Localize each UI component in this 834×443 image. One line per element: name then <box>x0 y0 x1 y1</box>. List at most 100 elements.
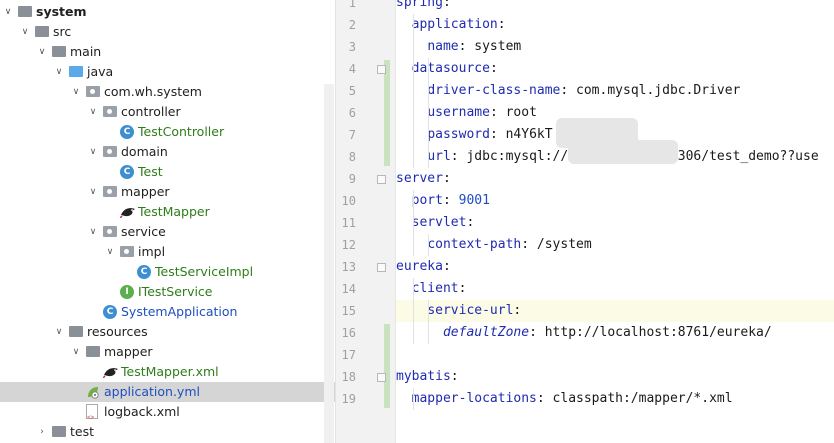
chevron-down-icon[interactable]: ∨ <box>87 222 99 242</box>
chevron-down-icon[interactable]: ∨ <box>87 102 99 122</box>
tree-item-label: test <box>70 424 95 439</box>
redaction-blur <box>568 140 678 164</box>
class-icon: C <box>120 165 134 179</box>
tree-item[interactable]: ∨ main <box>0 42 335 62</box>
tree-item[interactable]: ∨ system <box>0 2 335 22</box>
chevron-down-icon[interactable]: ∨ <box>19 22 31 42</box>
folder-icon <box>69 326 83 337</box>
code-editor[interactable]: spring: application: name: system dataso… <box>396 0 834 443</box>
code-line[interactable]: mapper-locations: classpath:/mapper/*.xm… <box>396 388 834 410</box>
tree-item[interactable]: C Test <box>0 162 335 182</box>
code-token: : <box>458 281 467 296</box>
chevron-down-icon[interactable]: ∨ <box>70 342 82 362</box>
code-line[interactable]: eureka: <box>396 256 834 278</box>
tree-item[interactable]: ∨ resources <box>0 322 335 342</box>
chevron-down-icon[interactable]: ∨ <box>87 142 99 162</box>
chevron-down-icon[interactable]: ∨ <box>104 242 116 262</box>
tree-item[interactable]: C TestServiceImpl <box>0 262 335 282</box>
interface-icon: I <box>120 285 134 299</box>
chevron-down-icon[interactable]: ∨ <box>2 2 14 22</box>
editor-gutter: 1 2 3 4 5 6 7 8 9 10 11 12 13 14 15 16 17 18 19 <box>336 0 396 443</box>
indent-guide <box>412 278 414 344</box>
tree-item[interactable]: ∨ service <box>0 222 335 242</box>
class-icon: C <box>137 265 151 279</box>
code-line[interactable]: service-url: <box>396 300 834 322</box>
tree-item[interactable]: TestMapper.xml <box>0 362 335 382</box>
chevron-down-icon[interactable]: ∨ <box>36 42 48 62</box>
tree-item-label: system <box>36 4 87 19</box>
tree-item-label: src <box>53 24 72 39</box>
tree-item[interactable]: ∨ controller <box>0 102 335 122</box>
fold-marker-icon[interactable] <box>377 373 386 382</box>
code-line[interactable]: application: <box>396 14 834 36</box>
fold-marker-icon[interactable] <box>377 65 386 74</box>
code-line[interactable]: context-path: /system <box>396 234 834 256</box>
line-number: 17 <box>341 348 356 362</box>
indent-guide <box>428 234 430 256</box>
line-number: 14 <box>341 282 356 296</box>
code-token: defaultZone <box>442 325 530 340</box>
code-line[interactable]: defaultZone: http://localhost:8761/eurek… <box>396 322 834 344</box>
tree-item[interactable]: ∨ domain <box>0 142 335 162</box>
tree-item-label: mapper <box>121 184 170 199</box>
code-line[interactable]: server: <box>396 168 834 190</box>
code-line[interactable]: spring: <box>396 0 834 14</box>
package-icon <box>103 106 117 117</box>
tree-item[interactable]: ∨ com.wh.system <box>0 82 335 102</box>
line-number: 16 <box>341 326 356 340</box>
code-line[interactable]: name: system <box>396 36 834 58</box>
line-number: 4 <box>348 62 356 76</box>
code-token: servlet <box>411 215 467 230</box>
fold-marker-icon[interactable] <box>377 263 386 272</box>
tree-item[interactable]: ∨ java <box>0 62 335 82</box>
code-token: datasource <box>411 61 490 76</box>
code-token: : http://localhost:8761/eureka/ <box>529 325 772 340</box>
tree-item-label: TestMapper.xml <box>121 364 219 379</box>
tree-item[interactable]: C SystemApplication <box>0 302 335 322</box>
tree-item[interactable]: ∨ impl <box>0 242 335 262</box>
change-marker[interactable] <box>384 60 390 166</box>
fold-marker-icon[interactable] <box>377 175 386 184</box>
line-number: 12 <box>341 238 356 252</box>
code-line[interactable]: mybatis: <box>396 366 834 388</box>
code-token: : <box>442 193 459 208</box>
indent-guide <box>412 388 414 410</box>
tree-item[interactable]: ∨ mapper <box>0 182 335 202</box>
chevron-down-icon[interactable]: ∨ <box>70 82 82 102</box>
code-line[interactable]: servlet: <box>396 212 834 234</box>
code-line[interactable] <box>396 344 834 366</box>
change-marker[interactable] <box>384 324 390 408</box>
chevron-down-icon[interactable]: ∨ <box>87 182 99 202</box>
code-token: password <box>427 127 490 142</box>
tree-item[interactable]: ∨ mapper <box>0 342 335 362</box>
code-token: : <box>497 17 506 32</box>
code-line[interactable]: port: 9001 <box>396 190 834 212</box>
tree-scrollbar[interactable] <box>324 84 334 443</box>
tree-item-label: mapper <box>104 344 153 359</box>
tree-item[interactable]: › test <box>0 422 335 442</box>
chevron-right-icon[interactable]: › <box>36 422 48 442</box>
code-token: application <box>411 17 498 32</box>
folder-icon <box>35 26 49 37</box>
tree-item[interactable]: ∨ src <box>0 22 335 42</box>
line-number: 9 <box>348 172 356 186</box>
code-line[interactable]: client: <box>396 278 834 300</box>
code-line[interactable]: datasource: <box>396 58 834 80</box>
tree-item[interactable]: I ITestService <box>0 282 335 302</box>
chevron-down-icon[interactable]: ∨ <box>53 322 65 342</box>
tree-item[interactable]: TestMapper <box>0 202 335 222</box>
tree-item[interactable]: logback.xml <box>0 402 335 428</box>
code-line[interactable]: driver-class-name: com.mysql.jdbc.Driver <box>396 80 834 102</box>
code-token: : root <box>489 105 537 120</box>
package-icon <box>103 146 117 157</box>
tree-item-label: controller <box>121 104 181 119</box>
tree-item-label: TestMapper <box>138 204 210 219</box>
tree-item[interactable]: C TestController <box>0 122 335 142</box>
tree-item[interactable]: application.yml <box>0 382 335 402</box>
chevron-down-icon[interactable]: ∨ <box>53 62 65 82</box>
